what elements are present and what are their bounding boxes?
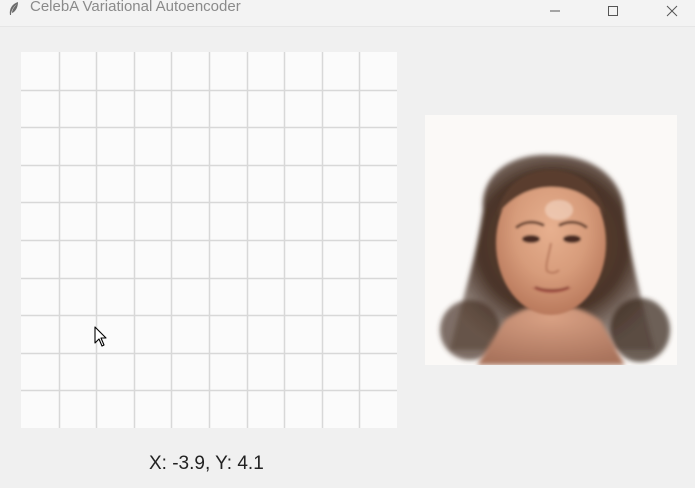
minimize-button[interactable] — [532, 0, 578, 26]
decoded-face-image — [425, 115, 677, 365]
close-button[interactable] — [649, 0, 695, 26]
close-icon — [666, 4, 678, 22]
latent-grid-lines — [21, 52, 397, 428]
maximize-button[interactable] — [590, 0, 636, 26]
coordinates-readout: X: -3.9, Y: 4.1 — [149, 453, 264, 474]
feather-icon — [6, 1, 22, 17]
maximize-icon — [607, 4, 619, 22]
latent-space-grid[interactable] — [21, 52, 397, 428]
mouse-pointer-icon — [94, 326, 108, 348]
window-title: CelebA Variational Autoencoder — [30, 0, 241, 15]
title-bar[interactable]: CelebA Variational Autoencoder — [0, 0, 695, 27]
minimize-icon — [549, 4, 561, 22]
app-window: CelebA Variational Autoencoder X: -3.9, … — [0, 0, 695, 488]
